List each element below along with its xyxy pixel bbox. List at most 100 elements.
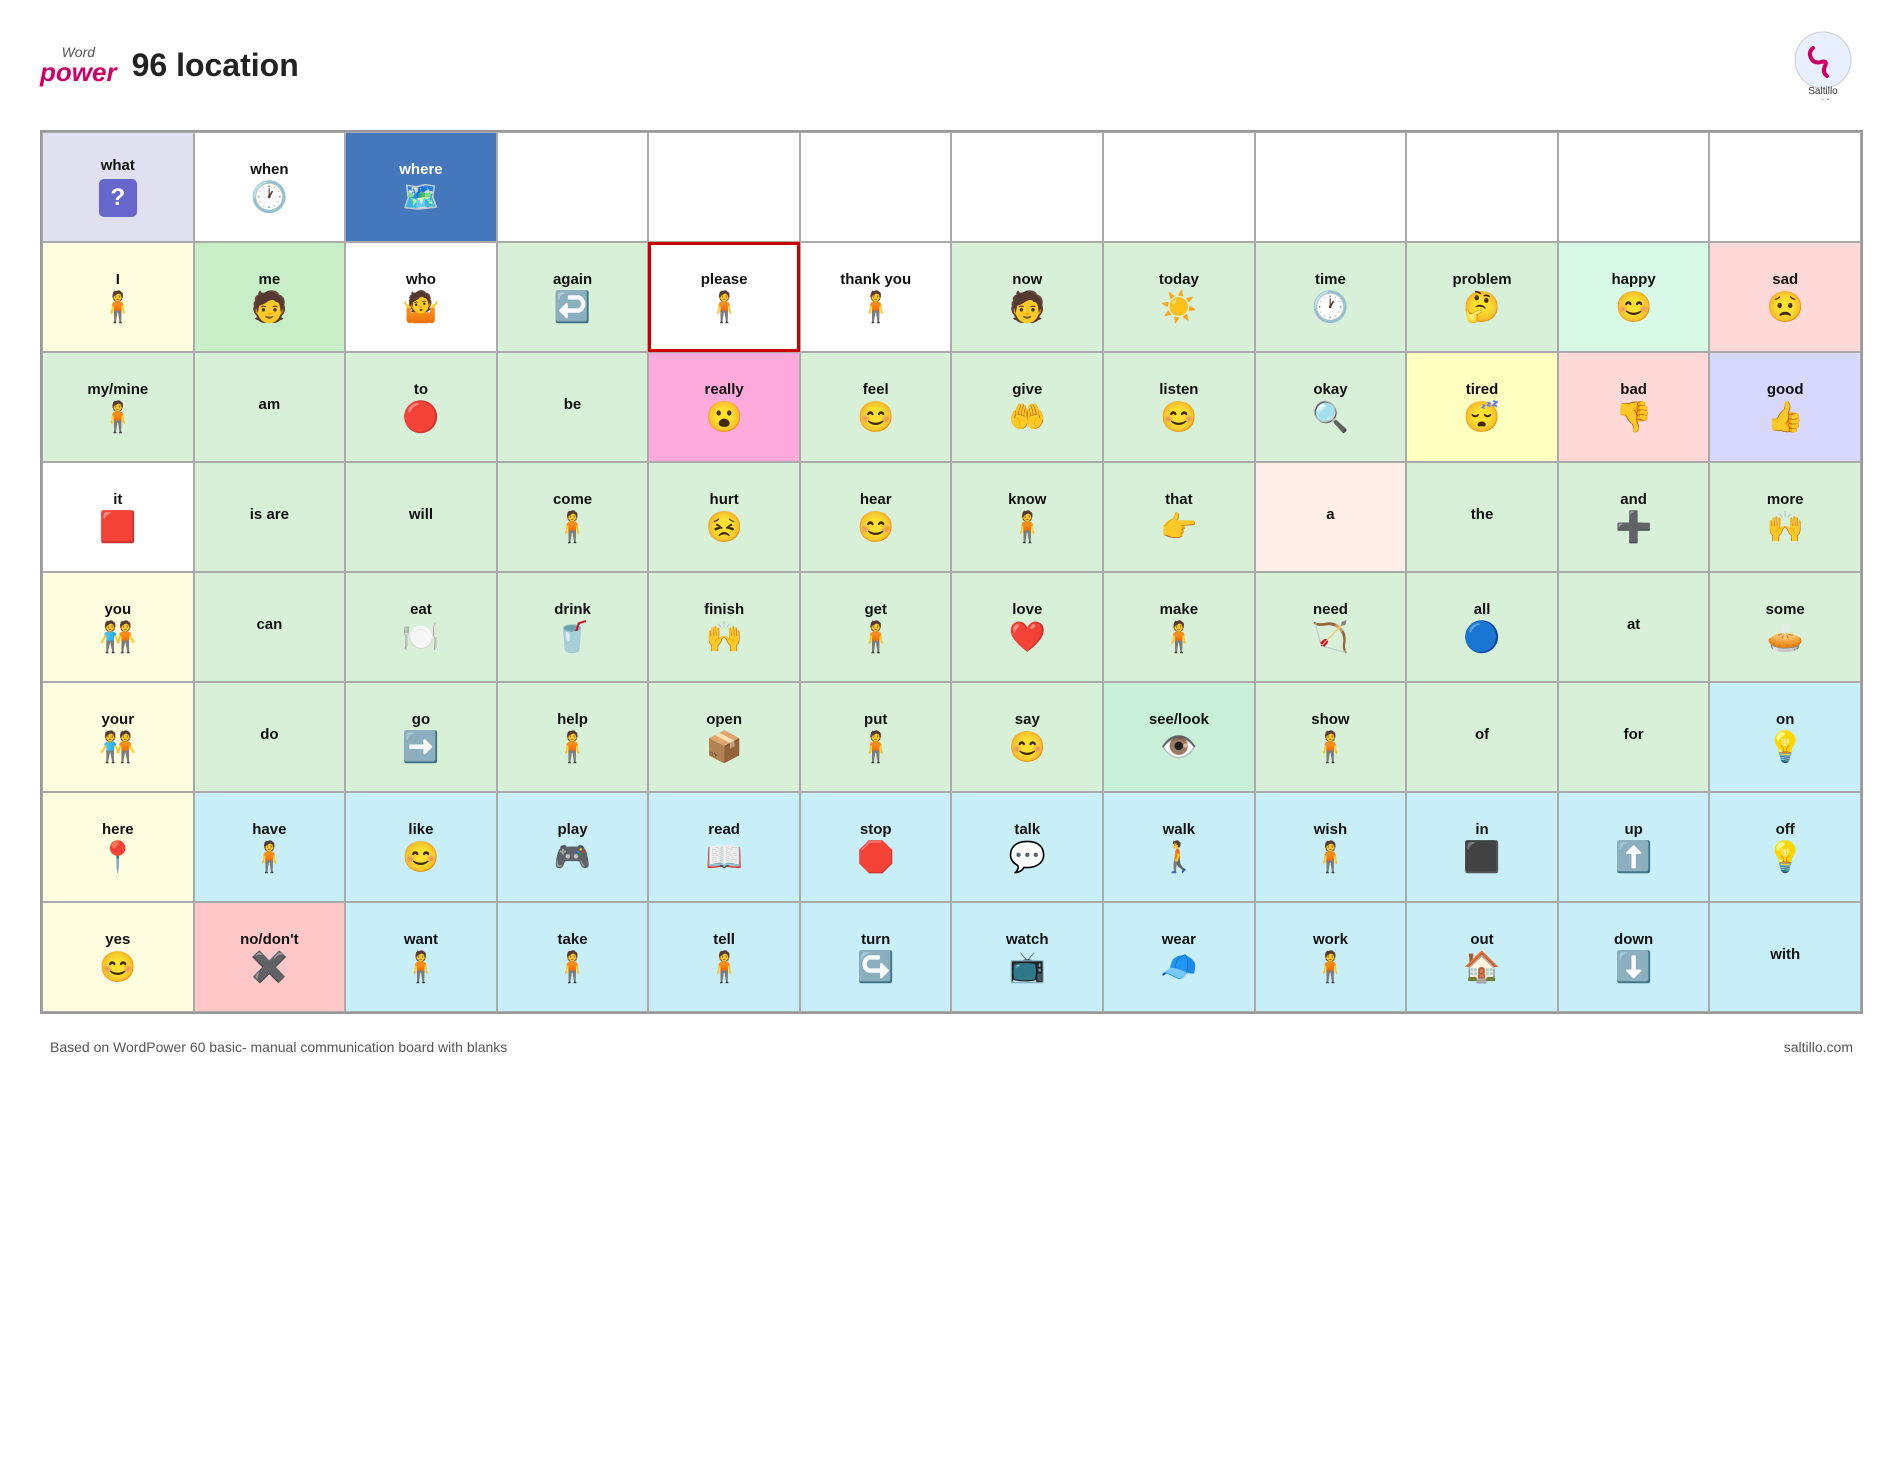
grid-cell-3-2[interactable]: will xyxy=(345,462,497,572)
grid-cell-1-4[interactable]: please🧍 xyxy=(648,242,800,352)
grid-cell-2-8[interactable]: okay🔍 xyxy=(1255,352,1407,462)
grid-cell-7-9[interactable]: out🏠 xyxy=(1406,902,1558,1012)
grid-cell-6-7[interactable]: walk🚶 xyxy=(1103,792,1255,902)
grid-cell-6-5[interactable]: stop🛑 xyxy=(800,792,952,902)
grid-cell-3-10[interactable]: and➕ xyxy=(1558,462,1710,572)
grid-cell-0-9[interactable] xyxy=(1406,132,1558,242)
grid-cell-0-3[interactable] xyxy=(497,132,649,242)
grid-cell-6-4[interactable]: read📖 xyxy=(648,792,800,902)
cell-icon-6-5: 🛑 xyxy=(857,843,894,873)
grid-cell-2-11[interactable]: good👍 xyxy=(1709,352,1861,462)
grid-cell-1-10[interactable]: happy😊 xyxy=(1558,242,1710,352)
grid-cell-3-1[interactable]: is are xyxy=(194,462,346,572)
grid-cell-4-0[interactable]: you🧑‍🤝‍🧑 xyxy=(42,572,194,682)
grid-cell-1-9[interactable]: problem🤔 xyxy=(1406,242,1558,352)
grid-cell-6-9[interactable]: in⬛ xyxy=(1406,792,1558,902)
grid-cell-2-6[interactable]: give🤲 xyxy=(951,352,1103,462)
grid-cell-0-1[interactable]: when🕐 xyxy=(194,132,346,242)
grid-cell-2-4[interactable]: really😮 xyxy=(648,352,800,462)
grid-cell-4-2[interactable]: eat🍽️ xyxy=(345,572,497,682)
grid-cell-2-1[interactable]: am xyxy=(194,352,346,462)
grid-cell-1-8[interactable]: time🕐 xyxy=(1255,242,1407,352)
grid-cell-7-4[interactable]: tell🧍 xyxy=(648,902,800,1012)
grid-cell-1-11[interactable]: sad😟 xyxy=(1709,242,1861,352)
grid-cell-4-8[interactable]: need🏹 xyxy=(1255,572,1407,682)
grid-cell-1-7[interactable]: today☀️ xyxy=(1103,242,1255,352)
grid-cell-3-9[interactable]: the xyxy=(1406,462,1558,572)
grid-cell-7-3[interactable]: take🧍 xyxy=(497,902,649,1012)
grid-cell-5-3[interactable]: help🧍 xyxy=(497,682,649,792)
grid-cell-1-1[interactable]: me🧑 xyxy=(194,242,346,352)
grid-cell-4-11[interactable]: some🥧 xyxy=(1709,572,1861,682)
cell-icon-5-0: 🧑‍🤝‍🧑 xyxy=(99,733,136,763)
grid-cell-5-11[interactable]: on💡 xyxy=(1709,682,1861,792)
grid-cell-7-1[interactable]: no/don't✖️ xyxy=(194,902,346,1012)
grid-cell-6-6[interactable]: talk💬 xyxy=(951,792,1103,902)
grid-cell-2-9[interactable]: tired😴 xyxy=(1406,352,1558,462)
grid-cell-5-2[interactable]: go➡️ xyxy=(345,682,497,792)
grid-cell-1-3[interactable]: again↩️ xyxy=(497,242,649,352)
grid-cell-7-0[interactable]: yes😊 xyxy=(42,902,194,1012)
grid-cell-0-0[interactable]: what? xyxy=(42,132,194,242)
grid-cell-0-6[interactable] xyxy=(951,132,1103,242)
grid-cell-3-5[interactable]: hear😊 xyxy=(800,462,952,572)
grid-cell-4-7[interactable]: make🧍 xyxy=(1103,572,1255,682)
grid-cell-1-5[interactable]: thank you🧍 xyxy=(800,242,952,352)
grid-cell-2-5[interactable]: feel😊 xyxy=(800,352,952,462)
grid-cell-5-8[interactable]: show🧍 xyxy=(1255,682,1407,792)
grid-cell-7-2[interactable]: want🧍 xyxy=(345,902,497,1012)
cell-label-5-10: for xyxy=(1624,726,1644,744)
grid-cell-1-0[interactable]: I🧍 xyxy=(42,242,194,352)
cell-label-2-7: listen xyxy=(1159,381,1198,399)
grid-cell-6-11[interactable]: off💡 xyxy=(1709,792,1861,902)
grid-cell-7-6[interactable]: watch📺 xyxy=(951,902,1103,1012)
grid-cell-3-6[interactable]: know🧍 xyxy=(951,462,1103,572)
grid-cell-3-4[interactable]: hurt😣 xyxy=(648,462,800,572)
grid-cell-5-6[interactable]: say😊 xyxy=(951,682,1103,792)
grid-cell-5-1[interactable]: do xyxy=(194,682,346,792)
grid-cell-3-7[interactable]: that👉 xyxy=(1103,462,1255,572)
grid-cell-4-6[interactable]: love❤️ xyxy=(951,572,1103,682)
grid-cell-3-8[interactable]: a xyxy=(1255,462,1407,572)
grid-cell-4-9[interactable]: all🔵 xyxy=(1406,572,1558,682)
grid-cell-5-5[interactable]: put🧍 xyxy=(800,682,952,792)
grid-cell-5-7[interactable]: see/look👁️ xyxy=(1103,682,1255,792)
grid-cell-0-5[interactable] xyxy=(800,132,952,242)
grid-cell-2-0[interactable]: my/mine🧍 xyxy=(42,352,194,462)
grid-cell-5-10[interactable]: for xyxy=(1558,682,1710,792)
grid-cell-4-1[interactable]: can xyxy=(194,572,346,682)
grid-cell-6-8[interactable]: wish🧍 xyxy=(1255,792,1407,902)
grid-cell-3-0[interactable]: it🟥 xyxy=(42,462,194,572)
grid-cell-4-5[interactable]: get🧍 xyxy=(800,572,952,682)
grid-cell-7-10[interactable]: down⬇️ xyxy=(1558,902,1710,1012)
grid-cell-1-6[interactable]: now🧑 xyxy=(951,242,1103,352)
grid-cell-6-1[interactable]: have🧍 xyxy=(194,792,346,902)
grid-cell-4-4[interactable]: finish🙌 xyxy=(648,572,800,682)
grid-cell-7-7[interactable]: wear🧢 xyxy=(1103,902,1255,1012)
grid-cell-7-5[interactable]: turn↪️ xyxy=(800,902,952,1012)
grid-cell-4-10[interactable]: at xyxy=(1558,572,1710,682)
grid-cell-2-3[interactable]: be xyxy=(497,352,649,462)
grid-cell-6-3[interactable]: play🎮 xyxy=(497,792,649,902)
grid-cell-0-4[interactable] xyxy=(648,132,800,242)
grid-cell-0-7[interactable] xyxy=(1103,132,1255,242)
grid-cell-0-2[interactable]: where🗺️ xyxy=(345,132,497,242)
grid-cell-2-2[interactable]: to🔴 xyxy=(345,352,497,462)
grid-cell-3-3[interactable]: come🧍 xyxy=(497,462,649,572)
grid-cell-5-4[interactable]: open📦 xyxy=(648,682,800,792)
grid-cell-1-2[interactable]: who🤷 xyxy=(345,242,497,352)
grid-cell-4-3[interactable]: drink🥤 xyxy=(497,572,649,682)
grid-cell-6-0[interactable]: here📍 xyxy=(42,792,194,902)
grid-cell-7-11[interactable]: with xyxy=(1709,902,1861,1012)
grid-cell-3-11[interactable]: more🙌 xyxy=(1709,462,1861,572)
grid-cell-0-8[interactable] xyxy=(1255,132,1407,242)
grid-cell-5-0[interactable]: your🧑‍🤝‍🧑 xyxy=(42,682,194,792)
grid-cell-7-8[interactable]: work🧍 xyxy=(1255,902,1407,1012)
grid-cell-5-9[interactable]: of xyxy=(1406,682,1558,792)
grid-cell-6-2[interactable]: like😊 xyxy=(345,792,497,902)
grid-cell-6-10[interactable]: up⬆️ xyxy=(1558,792,1710,902)
grid-cell-2-10[interactable]: bad👎 xyxy=(1558,352,1710,462)
grid-cell-2-7[interactable]: listen😊 xyxy=(1103,352,1255,462)
grid-cell-0-11[interactable] xyxy=(1709,132,1861,242)
grid-cell-0-10[interactable] xyxy=(1558,132,1710,242)
